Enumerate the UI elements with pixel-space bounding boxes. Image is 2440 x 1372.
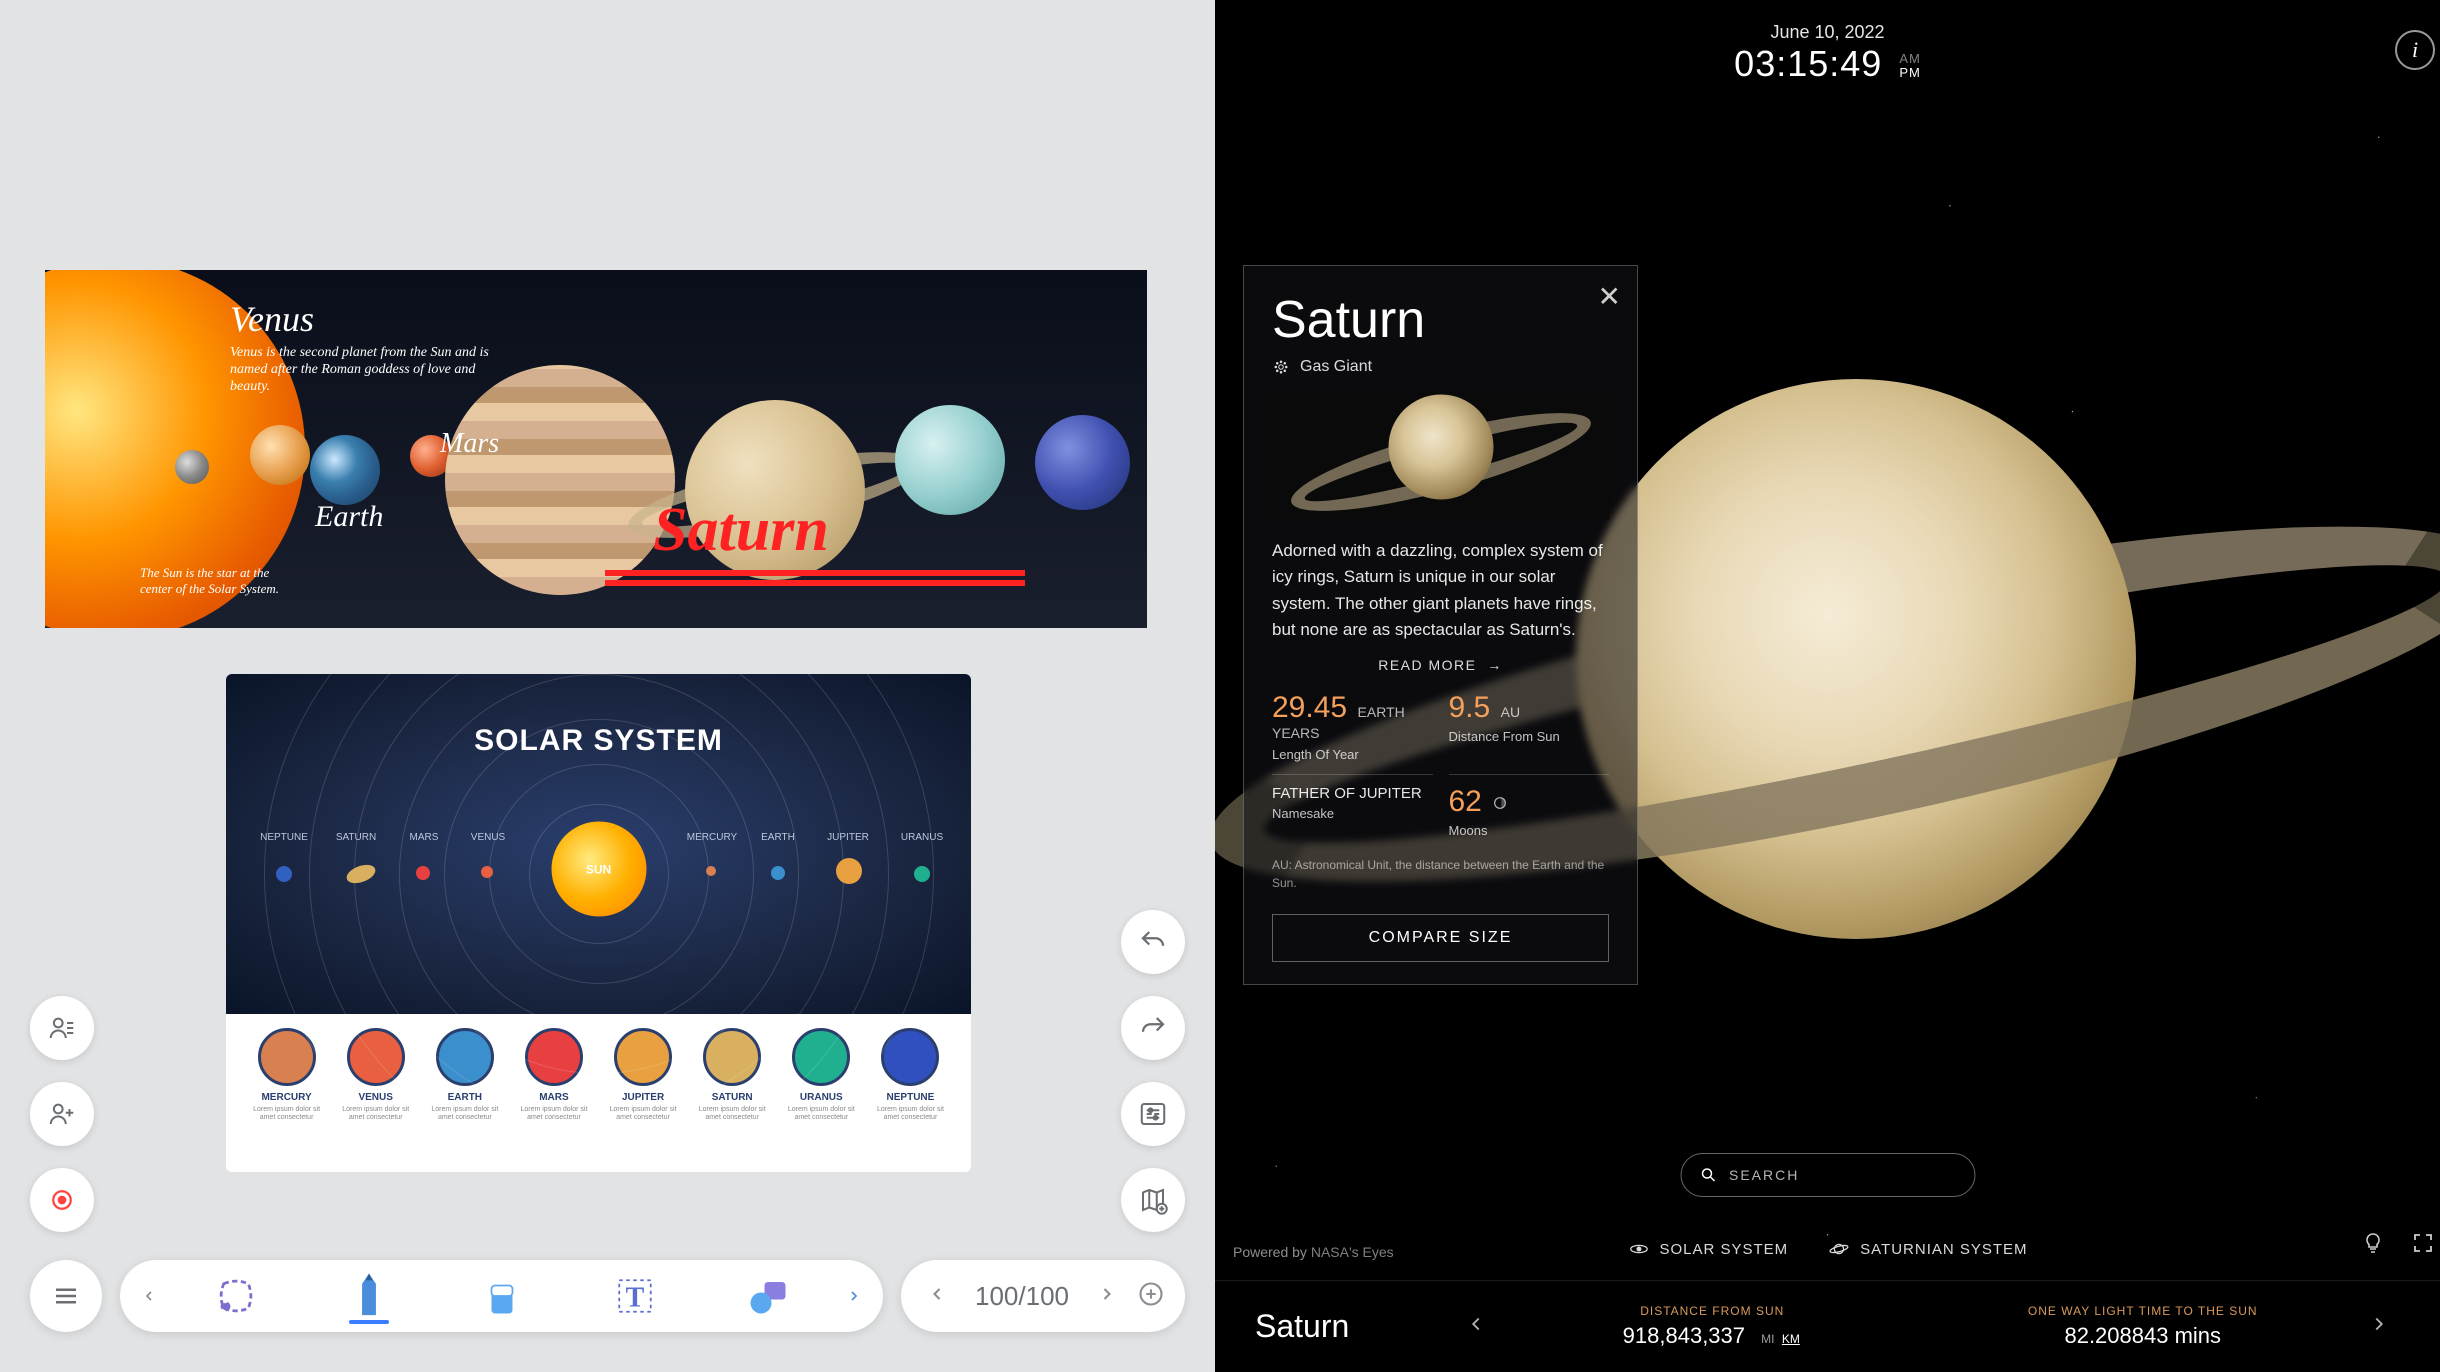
planet-title: Saturn bbox=[1272, 290, 1609, 350]
solar-system-icon bbox=[1627, 1238, 1649, 1260]
distance-from-sun-label: DISTANCE FROM SUN bbox=[1497, 1304, 1928, 1318]
search-input[interactable] bbox=[1729, 1167, 1956, 1183]
add-participant-button[interactable] bbox=[30, 1082, 94, 1146]
footer-prev-button[interactable] bbox=[1455, 1303, 1497, 1350]
read-more-button[interactable]: READ MORE → bbox=[1272, 657, 1609, 673]
tool-next-button[interactable] bbox=[837, 1260, 871, 1332]
page-indicator: 100/100 bbox=[967, 1281, 1077, 1312]
earth-label-annotation: Earth bbox=[315, 500, 383, 534]
redo-button[interactable] bbox=[1121, 996, 1185, 1060]
footer-next-button[interactable] bbox=[2358, 1303, 2400, 1350]
shapes-tool[interactable] bbox=[704, 1260, 831, 1332]
planets-annotation-image[interactable]: Venus Venus is the second planet from th… bbox=[45, 270, 1147, 628]
page-prev-button[interactable] bbox=[921, 1278, 953, 1315]
mars-label-annotation: Mars bbox=[440, 428, 499, 460]
canvas-area[interactable]: Venus Venus is the second planet from th… bbox=[0, 0, 1215, 1252]
moon-icon bbox=[1492, 798, 1508, 814]
earth-graphic bbox=[310, 435, 380, 505]
menu-button[interactable] bbox=[30, 1260, 102, 1332]
planet-thumbnail bbox=[1272, 390, 1609, 520]
saturn-underline-annotation bbox=[605, 570, 1025, 576]
undo-button[interactable] bbox=[1121, 910, 1185, 974]
info-icon[interactable]: i bbox=[2395, 30, 2435, 70]
close-icon[interactable]: ✕ bbox=[1598, 280, 1621, 313]
au-footnote: AU: Astronomical Unit, the distance betw… bbox=[1272, 856, 1609, 892]
mercury-graphic bbox=[175, 450, 209, 484]
sun-desc-annotation: The Sun is the star at the center of the… bbox=[140, 565, 290, 597]
eraser-tool[interactable] bbox=[438, 1260, 565, 1332]
svg-text:T: T bbox=[625, 1283, 644, 1314]
solar-system-infographic[interactable]: SOLAR SYSTEM SUN NEPTUNE SATURN MARS VEN… bbox=[226, 674, 971, 1172]
record-button[interactable] bbox=[30, 1168, 94, 1232]
lasso-tool[interactable] bbox=[172, 1260, 299, 1332]
planet-info-panel: ✕ Saturn Gas Giant Adorned with a dazzli… bbox=[1243, 265, 1638, 985]
moons-value: 62 bbox=[1449, 785, 1482, 818]
search-icon bbox=[1699, 1166, 1717, 1184]
year-length-value: 29.45 bbox=[1272, 691, 1347, 724]
add-page-map-button[interactable] bbox=[1121, 1168, 1185, 1232]
light-time-value: 82.208843 mins bbox=[1928, 1323, 2359, 1349]
page-next-button[interactable] bbox=[1091, 1278, 1123, 1315]
time-text: 03:15:49 bbox=[1734, 43, 1882, 84]
whiteboard-app: Venus Venus is the second planet from th… bbox=[0, 0, 1215, 1372]
page-add-button[interactable] bbox=[1137, 1280, 1165, 1313]
distance-unit-toggle[interactable]: MI KM bbox=[1759, 1332, 1802, 1346]
bottom-info-bar: Saturn DISTANCE FROM SUN 918,843,337 MI … bbox=[1215, 1280, 2440, 1372]
nasa-eyes-app: June 10, 2022 03:15:49 AM PM i ✕ Saturn … bbox=[1215, 0, 2440, 1372]
compare-size-button[interactable]: COMPARE SIZE bbox=[1272, 914, 1609, 962]
saturnian-system-icon bbox=[1828, 1238, 1850, 1260]
distance-from-sun-value: 918,843,337 bbox=[1623, 1323, 1745, 1348]
light-time-label: ONE WAY LIGHT TIME TO THE SUN bbox=[1928, 1304, 2359, 1318]
infographic-sun: SUN bbox=[551, 822, 646, 917]
tool-prev-button[interactable] bbox=[132, 1260, 166, 1332]
tool-palette: T bbox=[120, 1260, 883, 1332]
venus-graphic bbox=[250, 425, 310, 485]
pen-tool[interactable] bbox=[305, 1260, 432, 1332]
datetime-display[interactable]: June 10, 2022 03:15:49 AM PM bbox=[1734, 22, 1921, 85]
uranus-graphic bbox=[895, 405, 1005, 515]
venus-desc-annotation: Venus is the second planet from the Sun … bbox=[230, 345, 490, 395]
infographic-top: SOLAR SYSTEM SUN NEPTUNE SATURN MARS VEN… bbox=[226, 674, 971, 1014]
search-bar[interactable] bbox=[1680, 1153, 1975, 1197]
solar-system-tab[interactable]: SOLAR SYSTEM bbox=[1627, 1238, 1788, 1260]
distance-value: 9.5 bbox=[1449, 691, 1491, 724]
settings-panel-button[interactable] bbox=[1121, 1082, 1185, 1146]
planet-type: Gas Giant bbox=[1272, 358, 1609, 376]
fullscreen-icon[interactable] bbox=[2411, 1231, 2435, 1260]
lightbulb-icon[interactable] bbox=[2361, 1231, 2385, 1260]
planet-description: Adorned with a dazzling, complex system … bbox=[1272, 538, 1609, 643]
saturn-label-annotation: Saturn bbox=[653, 495, 829, 566]
page-navigator: 100/100 bbox=[901, 1260, 1185, 1332]
ampm-toggle[interactable]: AM PM bbox=[1899, 52, 1921, 81]
text-tool[interactable]: T bbox=[571, 1260, 698, 1332]
date-text: June 10, 2022 bbox=[1734, 22, 1921, 43]
jupiter-graphic bbox=[445, 365, 675, 595]
saturn-3d-view[interactable] bbox=[1576, 379, 2136, 939]
venus-title-annotation: Venus bbox=[230, 298, 314, 340]
saturnian-system-tab[interactable]: SATURNIAN SYSTEM bbox=[1828, 1238, 2027, 1260]
powered-by-text: Powered by NASA's Eyes bbox=[1233, 1244, 1394, 1260]
neptune-graphic bbox=[1035, 415, 1130, 510]
participants-button[interactable] bbox=[30, 996, 94, 1060]
footer-planet-name: Saturn bbox=[1255, 1308, 1455, 1345]
gas-giant-icon bbox=[1272, 358, 1290, 376]
namesake-value: FATHER OF JUPITER bbox=[1272, 785, 1433, 802]
